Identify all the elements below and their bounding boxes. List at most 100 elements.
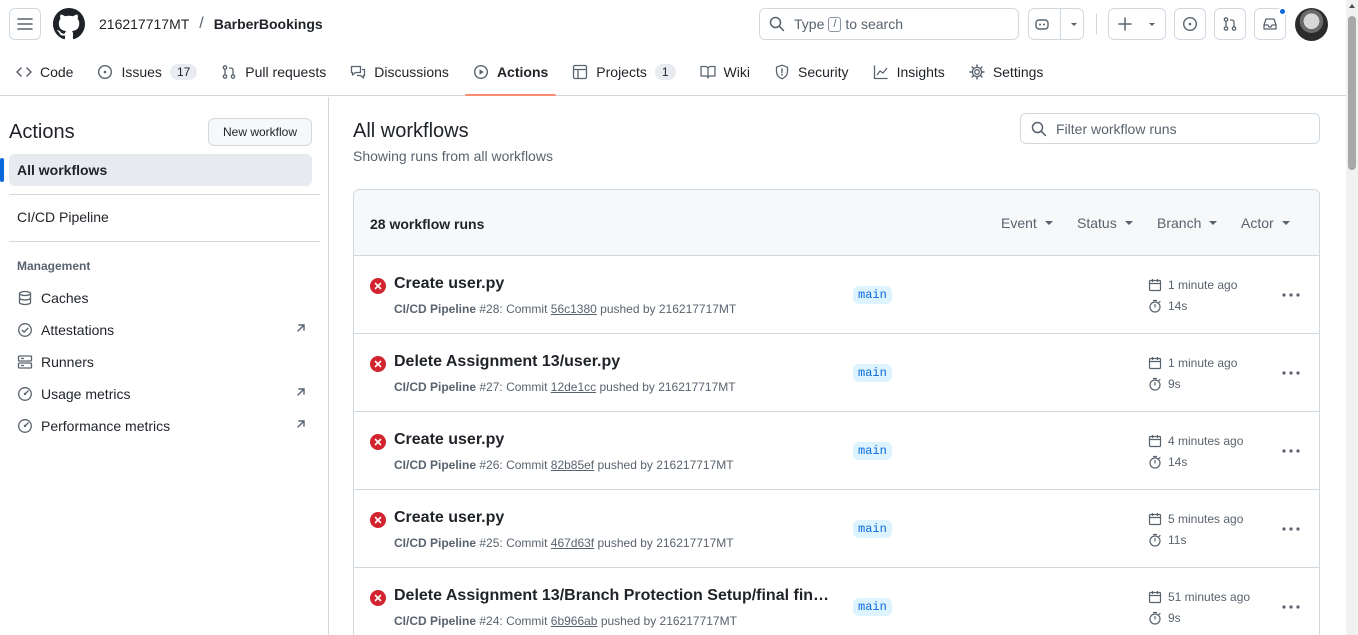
- run-branch-badge[interactable]: main: [853, 286, 892, 304]
- database-icon: [18, 290, 32, 306]
- inbox-icon: [1263, 18, 1277, 30]
- tab-insights-label: Insights: [896, 63, 945, 80]
- kebab-horizontal-icon: [1282, 449, 1300, 453]
- run-duration-value: 9s: [1168, 611, 1181, 625]
- sidebar-item-attestations-label: Attestations: [41, 322, 115, 338]
- calendar-icon: [1148, 513, 1162, 526]
- sidebar-item-cicd-pipeline[interactable]: CI/CD Pipeline: [17, 209, 109, 225]
- run-pushed-by: pushed by 216217717MT: [600, 302, 737, 316]
- run-branch-badge[interactable]: main: [853, 442, 892, 460]
- tab-discussions-label: Discussions: [374, 63, 449, 80]
- run-options-button[interactable]: [1279, 441, 1303, 461]
- sidebar-item-all-workflows[interactable]: All workflows: [0, 154, 312, 186]
- run-branch-badge[interactable]: main: [853, 364, 892, 382]
- status-filter-dropdown[interactable]: Status: [1077, 215, 1133, 231]
- sidebar-item-attestations[interactable]: Attestations: [17, 318, 307, 342]
- tab-actions[interactable]: Actions: [464, 48, 557, 96]
- runs-header: 28 workflow runs Event Status Branch Act…: [354, 190, 1319, 256]
- breadcrumb-owner[interactable]: 216217717MT: [99, 16, 189, 32]
- tab-discussions[interactable]: Discussions: [350, 48, 449, 96]
- run-commit-label: Commit: [506, 302, 548, 316]
- run-options-button[interactable]: [1279, 285, 1303, 305]
- sidebar-item-caches[interactable]: Caches: [17, 286, 307, 310]
- shield-icon: [775, 64, 789, 79]
- branch-filter-dropdown[interactable]: Branch: [1157, 215, 1218, 231]
- run-commit-label: Commit: [506, 536, 548, 550]
- run-options-button[interactable]: [1279, 363, 1303, 383]
- run-number: #28: [479, 302, 500, 316]
- run-title[interactable]: Create user.py: [394, 431, 504, 449]
- run-number: #25: [479, 536, 500, 550]
- link-external-icon: [297, 420, 305, 428]
- workflow-run-row[interactable]: Create user.py CI/CD Pipeline #25: Commi…: [354, 490, 1319, 568]
- run-commit-sha[interactable]: 6b966ab: [551, 614, 598, 628]
- actor-filter-dropdown[interactable]: Actor: [1241, 215, 1290, 231]
- run-branch-badge[interactable]: main: [853, 598, 892, 616]
- new-workflow-button[interactable]: New workflow: [208, 118, 312, 146]
- global-search-input[interactable]: Type / to search: [759, 8, 1019, 40]
- issues-count-badge: 17: [169, 63, 198, 80]
- workflow-run-row[interactable]: Create user.py CI/CD Pipeline #26: Commi…: [354, 412, 1319, 490]
- run-title[interactable]: Create user.py: [394, 275, 504, 293]
- run-title[interactable]: Create user.py: [394, 509, 504, 527]
- create-new-button[interactable]: [1108, 8, 1166, 40]
- tab-insights[interactable]: Insights: [873, 48, 945, 96]
- event-filter-dropdown[interactable]: Event: [1001, 215, 1053, 231]
- copilot-icon: [1034, 19, 1049, 30]
- run-commit-sha[interactable]: 12de1cc: [551, 380, 596, 394]
- user-avatar[interactable]: [1295, 8, 1328, 41]
- run-options-button[interactable]: [1279, 519, 1303, 539]
- tab-code[interactable]: Code: [16, 48, 73, 96]
- kebab-horizontal-icon: [1282, 371, 1300, 375]
- status-filter-label: Status: [1077, 215, 1117, 231]
- run-commit-sha[interactable]: 56c1380: [551, 302, 597, 316]
- tab-wiki[interactable]: Wiki: [699, 48, 750, 96]
- sidebar-item-runners[interactable]: Runners: [17, 350, 307, 374]
- tab-issues-label: Issues: [121, 63, 162, 80]
- breadcrumb-repo[interactable]: BarberBookings: [214, 16, 323, 32]
- workflow-run-row[interactable]: Create user.py CI/CD Pipeline #28: Commi…: [354, 256, 1319, 334]
- stopwatch-icon: [1149, 377, 1161, 391]
- page-subtitle: Showing runs from all workflows: [353, 148, 553, 164]
- hamburger-icon: [17, 18, 33, 30]
- run-commit-sha[interactable]: 82b85ef: [551, 458, 594, 472]
- issues-button[interactable]: [1174, 8, 1206, 40]
- run-meta: CI/CD Pipeline #24: Commit 6b966ab pushe…: [394, 614, 737, 628]
- run-options-button[interactable]: [1279, 597, 1303, 617]
- menu-button[interactable]: [9, 8, 41, 40]
- filter-workflow-runs-input[interactable]: Filter workflow runs: [1020, 113, 1320, 144]
- calendar-icon: [1148, 357, 1162, 370]
- pull-requests-button[interactable]: [1214, 8, 1246, 40]
- workflow-run-row[interactable]: Delete Assignment 13/Branch Protection S…: [354, 568, 1319, 635]
- run-duration: 14s: [1148, 299, 1187, 313]
- run-pushed-by: pushed by 216217717MT: [600, 614, 737, 628]
- pull-request-icon: [1223, 17, 1237, 31]
- scroll-up-arrow-icon[interactable]: [1349, 4, 1355, 8]
- tab-security[interactable]: Security: [774, 48, 849, 96]
- run-branch-badge[interactable]: main: [853, 520, 892, 538]
- tab-issues[interactable]: Issues 17: [97, 48, 198, 96]
- plus-icon: [1118, 17, 1132, 31]
- sidebar-item-performance-metrics[interactable]: Performance metrics: [17, 414, 307, 438]
- tab-pull-requests[interactable]: Pull requests: [221, 48, 326, 96]
- workflow-run-row[interactable]: Delete Assignment 13/user.py CI/CD Pipel…: [354, 334, 1319, 412]
- run-timestamp: 1 minute ago: [1148, 356, 1237, 370]
- page-scrollbar[interactable]: [1346, 0, 1358, 635]
- chevron-down-icon: [1070, 23, 1077, 26]
- run-workflow-name: CI/CD Pipeline: [394, 458, 477, 472]
- copilot-button[interactable]: [1028, 8, 1084, 40]
- scrollbar-thumb[interactable]: [1348, 16, 1356, 170]
- run-title[interactable]: Delete Assignment 13/Branch Protection S…: [394, 587, 834, 605]
- run-commit-label: Commit: [506, 614, 548, 628]
- sidebar-item-usage-metrics[interactable]: Usage metrics: [17, 382, 307, 406]
- run-workflow-name: CI/CD Pipeline: [394, 380, 477, 394]
- stopwatch-icon: [1149, 455, 1161, 469]
- run-title[interactable]: Delete Assignment 13/user.py: [394, 353, 620, 371]
- github-logo-icon[interactable]: [53, 8, 85, 40]
- sidebar-item-performance-metrics-label: Performance metrics: [41, 418, 171, 434]
- server-icon: [17, 355, 33, 369]
- tab-projects[interactable]: Projects 1: [572, 48, 676, 96]
- tab-settings[interactable]: Settings: [969, 48, 1043, 96]
- run-commit-sha[interactable]: 467d63f: [551, 536, 594, 550]
- run-duration: 9s: [1148, 611, 1181, 625]
